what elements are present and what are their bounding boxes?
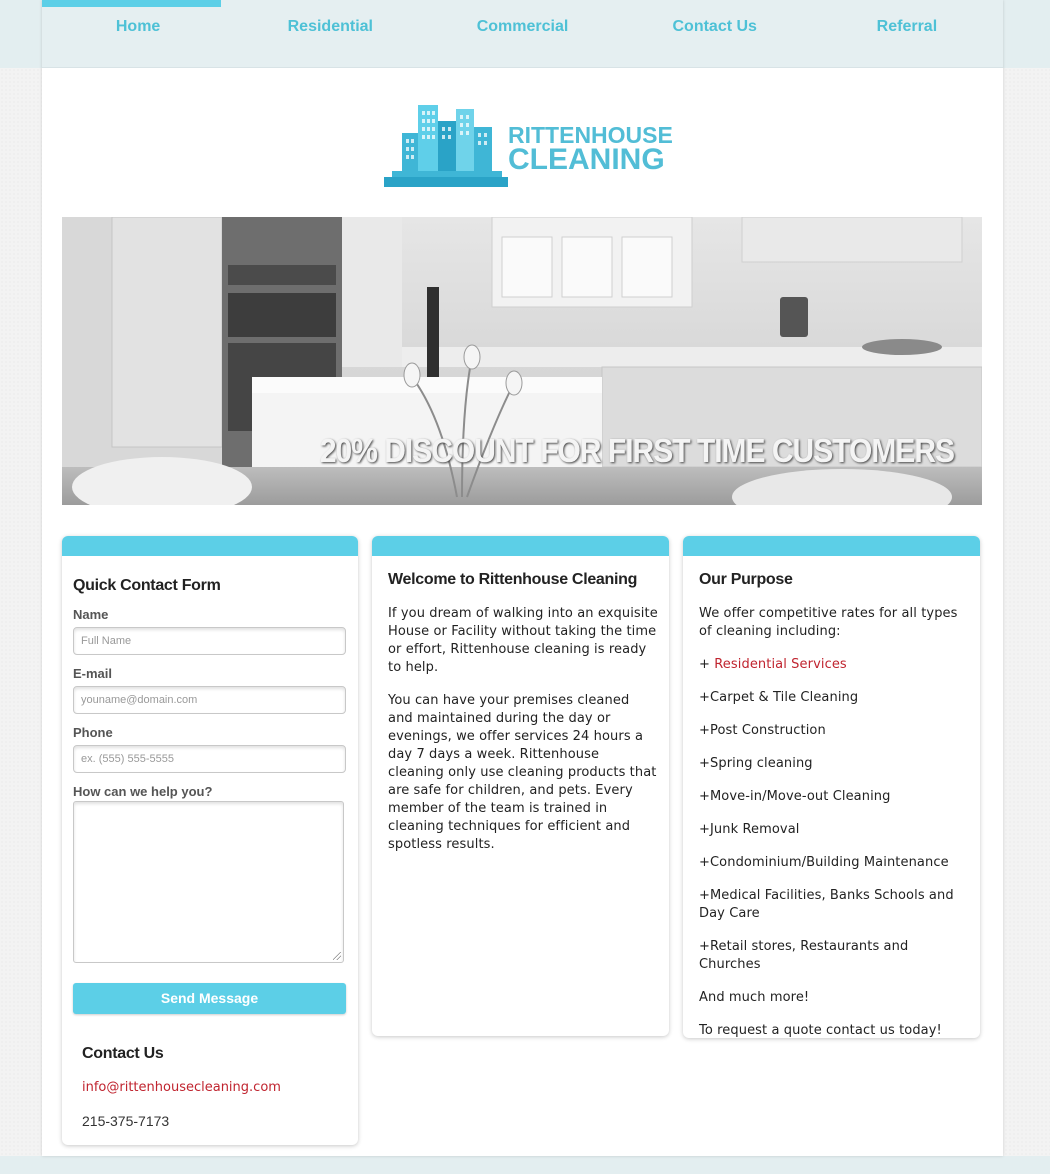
contact-phone: 215-375-7173	[82, 1113, 170, 1129]
site-logo[interactable]: RITTENHOUSE CLEANING	[380, 103, 680, 189]
card-header-bar	[372, 536, 669, 556]
list-item: +Junk Removal	[699, 822, 800, 837]
main-nav: Home Residential Commercial Contact Us R…	[42, 0, 1003, 68]
page-container: Home Residential Commercial Contact Us R…	[42, 0, 1003, 1156]
list-item: +Carpet & Tile Cleaning	[699, 690, 859, 705]
nav-residential[interactable]: Residential	[234, 0, 426, 68]
purpose-intro: We offer competitive rates for all types…	[699, 606, 958, 639]
welcome-card: Welcome to Rittenhouse Cleaning If you d…	[372, 536, 669, 1036]
logo-line2: CLEANING	[508, 143, 665, 176]
resize-grip-icon[interactable]	[333, 952, 341, 960]
purpose-cta: To request a quote contact us today!	[699, 1023, 942, 1038]
contact-form-card: Quick Contact Form Name Full Name E-mail…	[62, 536, 358, 1145]
help-textarea[interactable]	[73, 801, 344, 963]
residential-services-link[interactable]: Residential Services	[714, 657, 847, 672]
hero-banner: 20% DISCOUNT FOR FIRST TIME CUSTOMERS	[62, 217, 982, 505]
nav-contact-us[interactable]: Contact Us	[619, 0, 811, 68]
list-item: +Move-in/Move-out Cleaning	[699, 789, 891, 804]
buildings-logo-icon	[384, 105, 508, 187]
list-item: +Post Construction	[699, 723, 826, 738]
list-item-prefix: +	[699, 657, 715, 672]
purpose-more: And much more!	[699, 990, 810, 1005]
form-title: Quick Contact Form	[73, 577, 221, 594]
welcome-title: Welcome to Rittenhouse Cleaning	[388, 571, 638, 588]
card-header-bar	[62, 536, 358, 556]
help-label: How can we help you?	[73, 784, 213, 799]
name-label: Name	[73, 607, 109, 622]
phone-label: Phone	[73, 725, 113, 740]
email-label: E-mail	[73, 666, 113, 681]
list-item: +Retail stores, Restaurants and Churches	[699, 939, 909, 972]
welcome-paragraph-1: If you dream of walking into an exquisit…	[388, 606, 658, 675]
nav-commercial[interactable]: Commercial	[426, 0, 618, 68]
purpose-list: We offer competitive rates for all types…	[699, 605, 971, 1038]
list-item: +Medical Facilities, Banks Schools and D…	[699, 888, 954, 921]
contact-email-link[interactable]: info@rittenhousecleaning.com	[82, 1080, 281, 1095]
bottom-band	[0, 1156, 1050, 1174]
welcome-paragraph-2: You can have your premises cleaned and m…	[388, 693, 657, 852]
list-item: +Spring cleaning	[699, 756, 813, 771]
discount-caption: 20% DISCOUNT FOR FIRST TIME CUSTOMERS	[319, 433, 955, 470]
card-header-bar	[683, 536, 980, 556]
send-message-button[interactable]: Send Message	[73, 983, 346, 1014]
nav-home[interactable]: Home	[42, 0, 234, 68]
purpose-card: Our Purpose We offer competitive rates f…	[683, 536, 980, 1038]
contact-title: Contact Us	[82, 1045, 164, 1062]
nav-referral[interactable]: Referral	[811, 0, 1003, 68]
list-item: +Condominium/Building Maintenance	[699, 855, 949, 870]
name-input[interactable]: Full Name	[73, 627, 346, 655]
purpose-title: Our Purpose	[699, 571, 793, 588]
phone-input[interactable]: ex. (555) 555-5555	[73, 745, 346, 773]
list-item: + Residential Services	[699, 656, 971, 674]
email-input[interactable]: youname@domain.com	[73, 686, 346, 714]
